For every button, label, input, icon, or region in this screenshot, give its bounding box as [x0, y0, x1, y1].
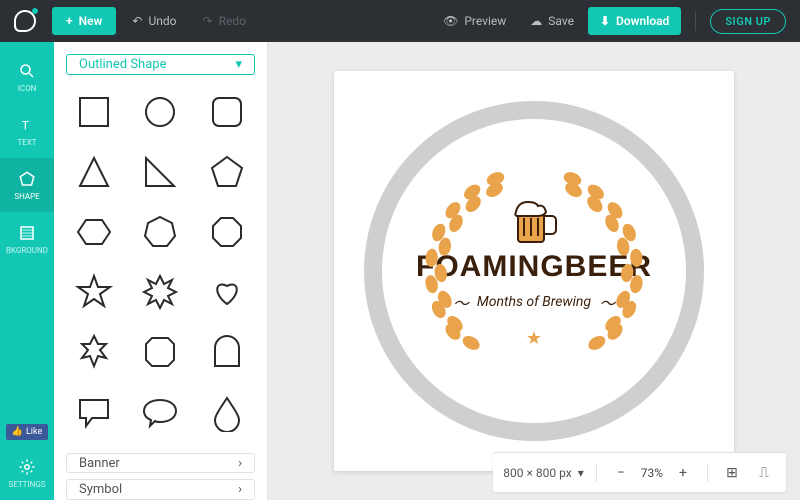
rail-item-icon[interactable]: ICON [0, 50, 54, 104]
shape-category-select[interactable]: Outlined Shape ▾ [66, 54, 255, 75]
rail-item-settings[interactable]: SETTINGS [0, 446, 54, 500]
redo-label: Redo [219, 14, 246, 28]
text-icon: T [18, 116, 36, 134]
save-label: Save [548, 14, 574, 28]
download-icon: ⬇ [600, 14, 610, 28]
top-bar: + New ↶ Undo ↷ Redo 👁 Preview ☁ Save ⬇ D… [0, 0, 800, 42]
rail-label: TEXT [17, 138, 36, 147]
save-button[interactable]: ☁ Save [520, 8, 584, 34]
cat-label: Symbol [79, 482, 122, 497]
shape-star5[interactable] [66, 267, 122, 317]
cloud-icon: ☁ [530, 14, 542, 28]
shape-star-burst[interactable] [132, 267, 188, 317]
shape-drop[interactable] [199, 387, 255, 437]
grid-icon: ⊞ [726, 465, 738, 481]
laurel-icon [382, 119, 686, 423]
canvas-area: FOAMINGBEER 〜 Months of Brewing 〜 ★ 800 … [268, 42, 800, 500]
rail-label: SETTINGS [8, 480, 45, 489]
rail-item-background[interactable]: BKGROUND [0, 212, 54, 266]
shape-bevel-square[interactable] [132, 327, 188, 377]
shape-circle[interactable] [132, 87, 188, 137]
shape-icon [18, 170, 36, 188]
chevron-right-icon: › [238, 456, 242, 471]
canvas-footer: 800 × 800 px ▾ − 73% + ⊞ ⎍ [493, 452, 786, 492]
download-button[interactable]: ⬇ Download [588, 7, 681, 35]
undo-label: Undo [148, 14, 176, 28]
left-rail: ICON T TEXT SHAPE BKGROUND 👍 Like SETTIN… [0, 42, 54, 500]
like-label: Like [26, 427, 42, 437]
shape-speech-rect[interactable] [66, 387, 122, 437]
align-icon: ⎍ [759, 465, 769, 481]
shape-speech-round[interactable] [132, 387, 188, 437]
fb-like-button[interactable]: 👍 Like [6, 424, 49, 440]
new-button[interactable]: + New [52, 7, 116, 35]
shape-hexagon[interactable] [66, 207, 122, 257]
select-label: Outlined Shape [79, 57, 166, 72]
signup-button[interactable]: SIGN UP [710, 9, 786, 34]
preview-button[interactable]: 👁 Preview [433, 8, 516, 34]
shape-panel: Outlined Shape ▾ Banner › [54, 42, 268, 500]
undo-icon: ↶ [132, 14, 142, 28]
dimensions-label: 800 × 800 px [503, 466, 571, 480]
shape-rounded-square[interactable] [199, 87, 255, 137]
dimensions-select[interactable]: 800 × 800 px ▾ [503, 466, 583, 480]
preview-label: Preview [464, 14, 506, 28]
badge-ring: FOAMINGBEER 〜 Months of Brewing 〜 ★ [364, 101, 704, 441]
rail-label: BKGROUND [6, 246, 48, 255]
rail-item-shape[interactable]: SHAPE [0, 158, 54, 212]
artboard[interactable]: FOAMINGBEER 〜 Months of Brewing 〜 ★ [334, 71, 734, 471]
zoom-level: 73% [641, 466, 663, 480]
redo-button[interactable]: ↷ Redo [193, 8, 256, 34]
stage[interactable]: FOAMINGBEER 〜 Months of Brewing 〜 ★ [268, 42, 800, 500]
gear-icon [18, 458, 36, 476]
svg-text:T: T [22, 118, 29, 132]
divider [695, 11, 696, 31]
rail-label: SHAPE [14, 192, 39, 201]
shape-arch[interactable] [199, 327, 255, 377]
cat-label: Banner [79, 456, 120, 471]
divider [596, 464, 597, 482]
shape-star8[interactable] [66, 327, 122, 377]
category-symbol[interactable]: Symbol › [66, 479, 255, 500]
eye-icon: 👁 [443, 14, 458, 28]
plus-icon: + [66, 14, 73, 28]
download-label: Download [616, 14, 669, 28]
shape-octagon[interactable] [199, 207, 255, 257]
rail-item-text[interactable]: T TEXT [0, 104, 54, 158]
new-label: New [79, 14, 103, 28]
chevron-right-icon: › [238, 482, 242, 497]
category-banner[interactable]: Banner › [66, 453, 255, 474]
chevron-down-icon: ▾ [578, 466, 584, 480]
shape-triangle[interactable] [66, 147, 122, 197]
shape-grid [66, 87, 255, 447]
undo-button[interactable]: ↶ Undo [122, 8, 186, 34]
zoom-out-button[interactable]: − [609, 461, 633, 485]
chevron-down-icon: ▾ [235, 57, 242, 72]
shape-square[interactable] [66, 87, 122, 137]
background-icon [18, 224, 36, 242]
redo-icon: ↷ [203, 14, 213, 28]
shape-pentagon[interactable] [199, 147, 255, 197]
divider [707, 464, 708, 482]
search-icon [18, 62, 36, 80]
thumb-icon: 👍 [12, 427, 23, 437]
zoom-in-button[interactable]: + [671, 461, 695, 485]
logo-icon [14, 10, 36, 32]
shape-right-triangle[interactable] [132, 147, 188, 197]
grid-toggle-button[interactable]: ⊞ [720, 461, 744, 485]
shape-heptagon[interactable] [132, 207, 188, 257]
rail-label: ICON [18, 84, 37, 93]
align-button[interactable]: ⎍ [752, 461, 776, 485]
shape-heart[interactable] [199, 267, 255, 317]
